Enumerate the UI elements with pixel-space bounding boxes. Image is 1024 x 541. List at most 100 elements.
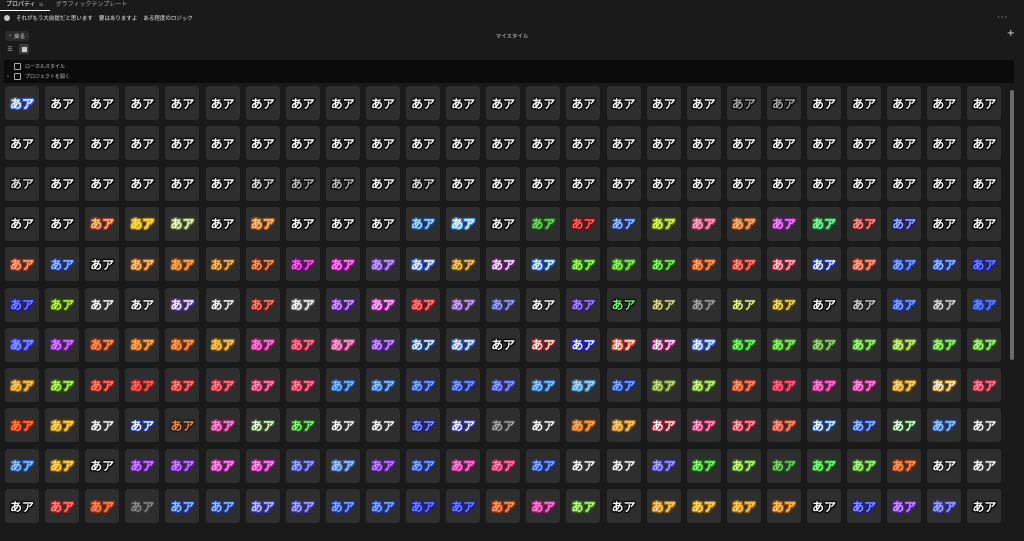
style-thumbnail[interactable]: あア <box>486 489 521 523</box>
style-thumbnail[interactable]: あア <box>887 166 922 201</box>
style-thumbnail[interactable]: あア <box>325 327 360 362</box>
style-thumbnail[interactable]: あア <box>486 166 521 201</box>
style-thumbnail[interactable]: あア <box>526 368 561 403</box>
style-thumbnail[interactable]: あア <box>847 368 882 403</box>
style-thumbnail[interactable]: あア <box>726 287 761 322</box>
style-thumbnail[interactable]: あア <box>726 327 761 362</box>
style-thumbnail[interactable]: あア <box>325 206 360 241</box>
style-thumbnail[interactable]: あア <box>847 287 882 322</box>
style-thumbnail[interactable]: あア <box>646 448 681 483</box>
style-thumbnail[interactable]: あア <box>325 247 360 282</box>
style-thumbnail[interactable]: あア <box>125 287 160 322</box>
style-thumbnail[interactable]: あア <box>606 327 641 362</box>
style-thumbnail[interactable]: あア <box>165 247 200 282</box>
style-thumbnail[interactable]: あア <box>406 448 440 483</box>
style-thumbnail[interactable]: あア <box>686 327 721 362</box>
style-thumbnail[interactable]: あア <box>807 166 841 201</box>
style-thumbnail[interactable]: あア <box>45 206 80 241</box>
tab-properties[interactable]: プロパティ ≡ <box>0 0 50 11</box>
style-thumbnail[interactable]: あア <box>686 287 721 322</box>
style-thumbnail[interactable]: あア <box>726 206 761 241</box>
style-thumbnail[interactable]: あア <box>486 206 521 241</box>
style-thumbnail[interactable]: あア <box>766 287 801 322</box>
style-thumbnail[interactable]: あア <box>85 126 120 161</box>
style-thumbnail[interactable]: あア <box>726 86 761 120</box>
style-thumbnail[interactable]: あア <box>325 489 360 523</box>
style-thumbnail[interactable]: あア <box>927 247 962 282</box>
list-view-icon[interactable]: ☰ <box>5 44 15 54</box>
breadcrumb-item-3[interactable]: ある程度のロジック <box>143 14 193 22</box>
style-thumbnail[interactable]: あア <box>766 327 801 362</box>
style-thumbnail[interactable]: あア <box>887 206 922 241</box>
style-thumbnail[interactable]: あア <box>766 408 801 443</box>
style-thumbnail[interactable]: あア <box>446 408 481 443</box>
style-thumbnail[interactable]: あア <box>285 206 320 241</box>
style-thumbnail[interactable]: あア <box>566 86 601 120</box>
style-thumbnail[interactable]: あア <box>205 126 240 161</box>
style-thumbnail[interactable]: あア <box>566 247 601 282</box>
style-thumbnail[interactable]: あア <box>606 247 641 282</box>
style-thumbnail[interactable]: あア <box>245 166 280 201</box>
style-thumbnail[interactable]: あア <box>205 448 240 483</box>
style-thumbnail[interactable]: あア <box>807 489 841 523</box>
style-thumbnail[interactable]: あア <box>365 327 400 362</box>
style-thumbnail[interactable]: あア <box>285 287 320 322</box>
style-thumbnail[interactable]: あア <box>927 206 962 241</box>
style-thumbnail[interactable]: あア <box>566 206 601 241</box>
style-thumbnail[interactable]: あア <box>245 408 280 443</box>
style-thumbnail[interactable]: あア <box>205 327 240 362</box>
checkbox-icon[interactable] <box>14 62 21 70</box>
style-thumbnail[interactable]: あア <box>887 287 922 322</box>
style-thumbnail[interactable]: あア <box>446 489 481 523</box>
style-thumbnail[interactable]: あア <box>45 247 80 282</box>
style-thumbnail[interactable]: あア <box>807 327 841 362</box>
grid-view-icon[interactable] <box>19 44 29 54</box>
add-style-icon[interactable]: + <box>1007 28 1015 39</box>
style-thumbnail[interactable]: あア <box>365 86 400 120</box>
style-thumbnail[interactable]: あア <box>125 489 160 523</box>
style-thumbnail[interactable]: あア <box>85 327 120 362</box>
style-thumbnail[interactable]: あア <box>45 368 80 403</box>
style-thumbnail[interactable]: あア <box>646 206 681 241</box>
style-thumbnail[interactable]: あア <box>446 247 481 282</box>
style-thumbnail[interactable]: あア <box>446 126 481 161</box>
style-thumbnail[interactable]: あア <box>205 247 240 282</box>
style-thumbnail[interactable]: あア <box>887 327 922 362</box>
style-thumbnail[interactable]: あア <box>807 86 841 120</box>
style-thumbnail[interactable]: あア <box>847 489 882 523</box>
style-thumbnail[interactable]: あア <box>766 489 801 523</box>
style-thumbnail[interactable]: あア <box>726 368 761 403</box>
style-thumbnail[interactable]: あア <box>446 368 481 403</box>
style-thumbnail[interactable]: あア <box>686 206 721 241</box>
style-thumbnail[interactable]: あア <box>125 86 160 120</box>
style-thumbnail[interactable]: あア <box>45 448 80 483</box>
style-thumbnail[interactable]: あア <box>566 166 601 201</box>
style-thumbnail[interactable]: あア <box>887 408 922 443</box>
style-thumbnail[interactable]: あア <box>406 489 440 523</box>
style-thumbnail[interactable]: あア <box>887 368 922 403</box>
style-thumbnail[interactable]: あア <box>887 126 922 161</box>
style-thumbnail[interactable]: あア <box>45 408 80 443</box>
style-thumbnail[interactable]: あア <box>967 166 1002 201</box>
style-thumbnail[interactable]: あア <box>927 408 962 443</box>
style-thumbnail[interactable]: あア <box>686 448 721 483</box>
style-thumbnail[interactable]: あア <box>646 126 681 161</box>
style-thumbnail[interactable]: あア <box>446 86 481 120</box>
style-thumbnail[interactable]: あア <box>85 206 120 241</box>
style-thumbnail[interactable]: あア <box>726 408 761 443</box>
style-thumbnail[interactable]: あア <box>446 327 481 362</box>
style-thumbnail[interactable]: あア <box>646 247 681 282</box>
style-thumbnail[interactable]: あア <box>446 166 481 201</box>
style-thumbnail[interactable]: あア <box>566 489 601 523</box>
breadcrumb-item-1[interactable]: それがもう大前提だと思います <box>16 14 93 22</box>
style-thumbnail[interactable]: あア <box>927 166 962 201</box>
style-thumbnail[interactable]: あア <box>847 126 882 161</box>
style-thumbnail[interactable]: あア <box>125 166 160 201</box>
style-thumbnail[interactable]: あア <box>365 448 400 483</box>
style-thumbnail[interactable]: あア <box>165 368 200 403</box>
style-thumbnail[interactable]: あア <box>406 287 440 322</box>
style-thumbnail[interactable]: あア <box>566 448 601 483</box>
style-thumbnail[interactable]: あア <box>486 126 521 161</box>
style-thumbnail[interactable]: あア <box>365 206 400 241</box>
style-thumbnail[interactable]: あア <box>125 448 160 483</box>
